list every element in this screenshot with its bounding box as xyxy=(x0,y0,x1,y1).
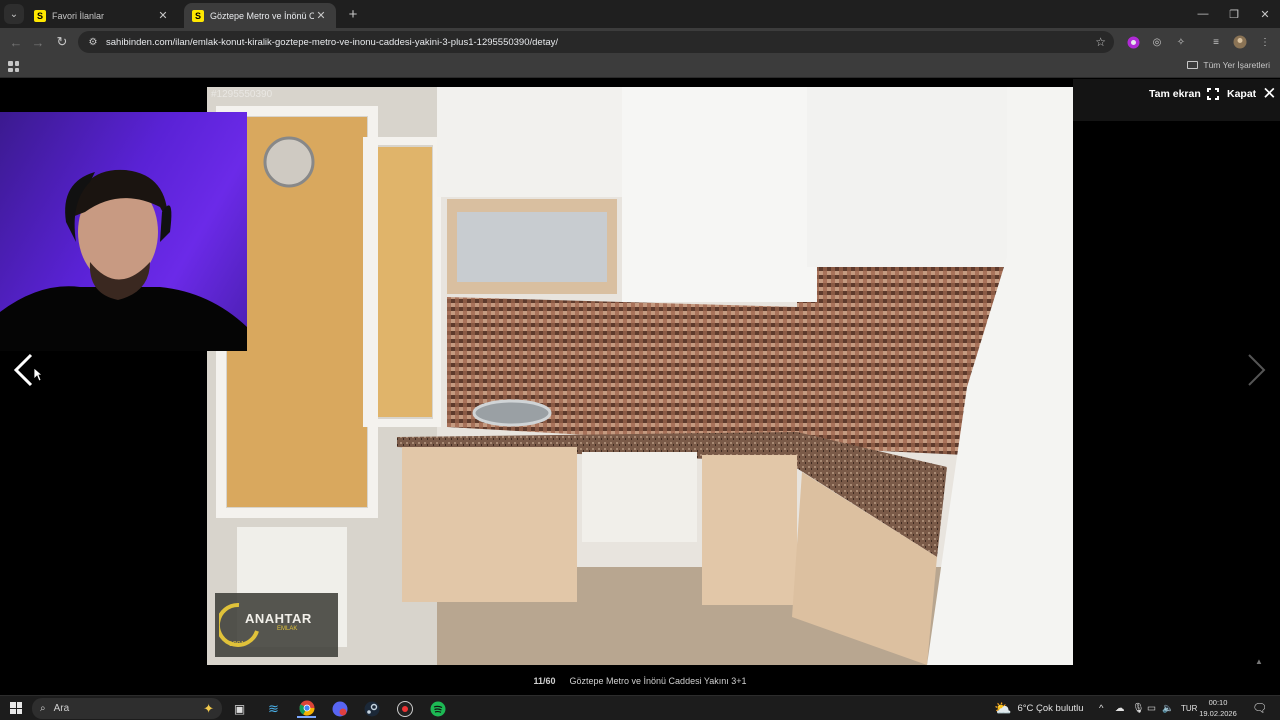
next-photo-button[interactable] xyxy=(1246,353,1268,392)
tab-title: Favori İlanlar xyxy=(52,10,105,21)
tray-microphone-icon[interactable]: 🎙 xyxy=(1132,696,1144,720)
photo-caption-bar: 11/60 Göztepe Metro ve İnönü Caddesi Yak… xyxy=(0,676,1280,686)
photo-caption: Göztepe Metro ve İnönü Caddesi Yakını 3+… xyxy=(569,676,747,686)
viewer-controls-bar: Tam ekran Kapat ✕ xyxy=(1073,79,1280,121)
fullscreen-label: Tam ekran xyxy=(1149,88,1201,100)
tray-overflow-chevron-icon[interactable]: ^ xyxy=(1099,696,1103,720)
tab-title: Göztepe Metro ve İnönü Caddesi xyxy=(210,10,314,21)
folder-icon xyxy=(1187,61,1199,69)
url-text: sahibinden.com/ilan/emlak-konut-kiralik-… xyxy=(106,36,559,48)
menu-kebab-icon[interactable]: ⋮ xyxy=(1257,34,1273,50)
profile-avatar[interactable] xyxy=(1232,34,1248,50)
tab-close-icon[interactable]: ✕ xyxy=(156,9,170,23)
tab-favori-ilanlar[interactable]: S Favori İlanlar ✕ xyxy=(26,3,178,28)
photo-listing-id: #1295550390 xyxy=(211,89,273,100)
tab-goztepe-listing[interactable]: S Göztepe Metro ve İnönü Caddesi ✕ xyxy=(184,3,336,28)
mouse-cursor-icon xyxy=(33,367,44,387)
windows-taskbar: ⌕ Ara ✦ ▣ ≋ ⛅ 6°C Çok bulutlu ^ ☁ 🎙 ▭ 🔈 … xyxy=(0,695,1280,720)
clock-date: 19.02.2026 xyxy=(1199,709,1237,718)
site-info-icon[interactable]: ⚙ xyxy=(86,35,100,49)
obs-recorder-icon[interactable] xyxy=(395,699,414,718)
task-view-icon[interactable]: ▣ xyxy=(230,699,249,718)
cloudy-weather-icon: ⛅ xyxy=(994,699,1012,716)
extensions-puzzle-icon[interactable]: ✧ xyxy=(1173,34,1189,50)
weather-widget[interactable]: ⛅ 6°C Çok bulutlu xyxy=(994,696,1084,720)
chevron-left-icon xyxy=(13,353,33,387)
back-button[interactable]: ← xyxy=(6,32,26,52)
search-highlight-icon: ✦ xyxy=(203,700,214,716)
taskbar-clock[interactable]: 00:10 19.02.2026 xyxy=(1196,697,1240,719)
app-wave-icon[interactable]: ≋ xyxy=(264,699,283,718)
webcam-overlay xyxy=(0,112,247,351)
bookmarks-bar: Tüm Yer İşaretleri xyxy=(0,56,1280,78)
logo-text: ANAHTAR xyxy=(245,611,312,626)
previous-photo-button[interactable] xyxy=(12,353,34,392)
search-placeholder: Ara xyxy=(53,703,70,714)
address-bar[interactable]: ⚙ sahibinden.com/ilan/emlak-konut-kirali… xyxy=(78,31,1114,53)
chevron-right-icon xyxy=(1248,354,1266,386)
tab-close-icon[interactable]: ✕ xyxy=(314,9,328,23)
minimize-button[interactable]: — xyxy=(1186,0,1220,28)
logo-subtext: EMLAK xyxy=(277,626,298,632)
search-icon: ⌕ xyxy=(40,703,46,714)
tray-volume-icon[interactable]: 🔈 xyxy=(1162,696,1174,720)
all-bookmarks-label: Tüm Yer İşaretleri xyxy=(1203,60,1270,70)
sahibinden-favicon-icon: S xyxy=(34,9,46,22)
anahtar-emlak-logo: ANAHTAR EMLAK 1991 xyxy=(219,599,337,655)
logo-year: 1991 xyxy=(229,641,245,648)
extension-glasses-icon[interactable]: ◎ xyxy=(1149,34,1165,50)
steam-icon[interactable] xyxy=(362,699,381,718)
close-viewer-button[interactable]: Kapat ✕ xyxy=(1227,84,1277,103)
bookmark-star-icon[interactable]: ☆ xyxy=(1095,35,1106,49)
spotify-icon[interactable] xyxy=(428,699,447,718)
tray-network-icon[interactable]: ▭ xyxy=(1147,696,1156,720)
photo-counter: 11/60 xyxy=(533,676,556,686)
all-bookmarks-folder[interactable]: Tüm Yer İşaretleri xyxy=(1187,60,1270,70)
close-icon: ✕ xyxy=(1262,84,1277,103)
new-tab-button[interactable]: + xyxy=(344,5,362,23)
chrome-icon[interactable] xyxy=(297,699,316,718)
notification-center-icon[interactable]: 🗨 xyxy=(1252,696,1267,720)
window-close-button[interactable]: ✕ xyxy=(1248,0,1280,28)
weather-text: 6°C Çok bulutlu xyxy=(1017,702,1084,714)
windows-start-icon[interactable] xyxy=(10,702,22,714)
tab-strip: ⌄ S Favori İlanlar ✕ S Göztepe Metro ve … xyxy=(0,0,1280,28)
forward-button[interactable]: → xyxy=(28,32,48,52)
webcam-person-illustration xyxy=(0,169,247,351)
close-label: Kapat xyxy=(1227,88,1257,100)
taskbar-search[interactable]: ⌕ Ara ✦ xyxy=(32,698,222,719)
messenger-app-icon[interactable] xyxy=(330,699,349,718)
reading-list-icon[interactable]: ≡ xyxy=(1208,34,1224,50)
fullscreen-button[interactable]: Tam ekran xyxy=(1149,88,1219,100)
kitchen-photo-illustration xyxy=(207,87,1073,665)
tray-onedrive-icon[interactable]: ☁ xyxy=(1115,696,1125,720)
browser-toolbar: ← → ↻ ⚙ sahibinden.com/ilan/emlak-konut-… xyxy=(0,28,1280,56)
tray-language[interactable]: TUR xyxy=(1181,696,1197,720)
apps-grid-icon[interactable] xyxy=(8,61,19,72)
fullscreen-icon xyxy=(1206,88,1219,100)
reload-button[interactable]: ↻ xyxy=(52,32,72,52)
clock-time: 00:10 xyxy=(1208,698,1228,707)
scroll-up-icon[interactable]: ▲ xyxy=(1255,657,1263,666)
extension-purple-icon[interactable] xyxy=(1125,34,1141,50)
restore-button[interactable]: ❐ xyxy=(1217,0,1251,28)
listing-photo-kitchen: #1295550390 ANAHTAR EMLAK 1991 xyxy=(207,87,1073,665)
tab-search-icon[interactable]: ⌄ xyxy=(4,4,24,24)
sahibinden-favicon-icon: S xyxy=(192,9,204,22)
